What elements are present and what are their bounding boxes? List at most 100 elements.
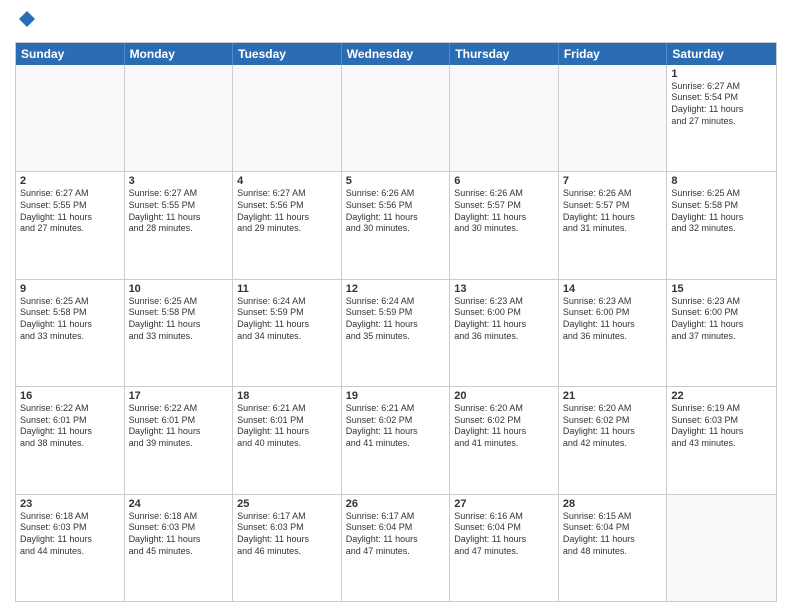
calendar-cell: 8Sunrise: 6:25 AM Sunset: 5:58 PM Daylig… <box>667 172 776 278</box>
logo-text <box>15 14 37 34</box>
calendar-cell <box>233 65 342 171</box>
day-info: Sunrise: 6:21 AM Sunset: 6:01 PM Dayligh… <box>237 403 337 450</box>
day-number: 20 <box>454 390 554 402</box>
calendar-cell: 27Sunrise: 6:16 AM Sunset: 6:04 PM Dayli… <box>450 495 559 601</box>
header-day-sunday: Sunday <box>16 43 125 65</box>
day-number: 28 <box>563 498 663 510</box>
header-day-monday: Monday <box>125 43 234 65</box>
calendar-cell: 9Sunrise: 6:25 AM Sunset: 5:58 PM Daylig… <box>16 280 125 386</box>
calendar-cell: 22Sunrise: 6:19 AM Sunset: 6:03 PM Dayli… <box>667 387 776 493</box>
day-info: Sunrise: 6:26 AM Sunset: 5:57 PM Dayligh… <box>563 188 663 235</box>
day-number: 7 <box>563 175 663 187</box>
day-info: Sunrise: 6:16 AM Sunset: 6:04 PM Dayligh… <box>454 511 554 558</box>
calendar-cell: 24Sunrise: 6:18 AM Sunset: 6:03 PM Dayli… <box>125 495 234 601</box>
calendar-cell: 28Sunrise: 6:15 AM Sunset: 6:04 PM Dayli… <box>559 495 668 601</box>
calendar-cell <box>342 65 451 171</box>
day-info: Sunrise: 6:25 AM Sunset: 5:58 PM Dayligh… <box>20 296 120 343</box>
day-info: Sunrise: 6:15 AM Sunset: 6:04 PM Dayligh… <box>563 511 663 558</box>
day-number: 16 <box>20 390 120 402</box>
header-day-thursday: Thursday <box>450 43 559 65</box>
day-number: 25 <box>237 498 337 510</box>
day-info: Sunrise: 6:26 AM Sunset: 5:56 PM Dayligh… <box>346 188 446 235</box>
header-day-tuesday: Tuesday <box>233 43 342 65</box>
header <box>15 10 777 34</box>
calendar-cell: 2Sunrise: 6:27 AM Sunset: 5:55 PM Daylig… <box>16 172 125 278</box>
calendar-cell: 15Sunrise: 6:23 AM Sunset: 6:00 PM Dayli… <box>667 280 776 386</box>
calendar-cell: 25Sunrise: 6:17 AM Sunset: 6:03 PM Dayli… <box>233 495 342 601</box>
day-number: 10 <box>129 283 229 295</box>
calendar-row-1: 1Sunrise: 6:27 AM Sunset: 5:54 PM Daylig… <box>16 65 776 171</box>
day-number: 5 <box>346 175 446 187</box>
day-info: Sunrise: 6:20 AM Sunset: 6:02 PM Dayligh… <box>563 403 663 450</box>
day-info: Sunrise: 6:24 AM Sunset: 5:59 PM Dayligh… <box>237 296 337 343</box>
day-number: 17 <box>129 390 229 402</box>
day-number: 3 <box>129 175 229 187</box>
day-info: Sunrise: 6:18 AM Sunset: 6:03 PM Dayligh… <box>129 511 229 558</box>
calendar-row-5: 23 Sunrise: 6:18 AM Sunset: 6:03 PM Dayli… <box>16 494 776 601</box>
calendar-cell <box>559 65 668 171</box>
calendar-body: 1Sunrise: 6:27 AM Sunset: 5:54 PM Daylig… <box>16 65 776 601</box>
calendar-page: SundayMondayTuesdayWednesdayThursdayFrid… <box>0 0 792 612</box>
day-info: Sunrise: 6:25 AM Sunset: 5:58 PM Dayligh… <box>129 296 229 343</box>
calendar-cell: 20Sunrise: 6:20 AM Sunset: 6:02 PM Dayli… <box>450 387 559 493</box>
day-number: 11 <box>237 283 337 295</box>
calendar-cell: 3Sunrise: 6:27 AM Sunset: 5:55 PM Daylig… <box>125 172 234 278</box>
calendar-cell: 19Sunrise: 6:21 AM Sunset: 6:02 PM Dayli… <box>342 387 451 493</box>
day-info: Sunrise: 6:26 AM Sunset: 5:57 PM Dayligh… <box>454 188 554 235</box>
logo-icon <box>17 9 37 29</box>
calendar-cell <box>125 65 234 171</box>
logo <box>15 14 37 34</box>
day-number: 13 <box>454 283 554 295</box>
day-number: 12 <box>346 283 446 295</box>
day-number: 24 <box>129 498 229 510</box>
day-info: Sunrise: 6:27 AM Sunset: 5:55 PM Dayligh… <box>129 188 229 235</box>
day-info: Sunrise: 6:23 AM Sunset: 6:00 PM Dayligh… <box>454 296 554 343</box>
calendar-cell: 23Sunrise: 6:18 AM Sunset: 6:03 PM Dayli… <box>16 495 125 601</box>
calendar-cell: 7Sunrise: 6:26 AM Sunset: 5:57 PM Daylig… <box>559 172 668 278</box>
day-number: 14 <box>563 283 663 295</box>
day-number: 2 <box>20 175 120 187</box>
calendar-cell: 1Sunrise: 6:27 AM Sunset: 5:54 PM Daylig… <box>667 65 776 171</box>
calendar-cell: 16Sunrise: 6:22 AM Sunset: 6:01 PM Dayli… <box>16 387 125 493</box>
day-number: 8 <box>671 175 772 187</box>
calendar-cell: 5Sunrise: 6:26 AM Sunset: 5:56 PM Daylig… <box>342 172 451 278</box>
day-info: Sunrise: 6:27 AM Sunset: 5:55 PM Dayligh… <box>20 188 120 235</box>
day-info: Sunrise: 6:23 AM Sunset: 6:00 PM Dayligh… <box>671 296 772 343</box>
day-info: Sunrise: 6:24 AM Sunset: 5:59 PM Dayligh… <box>346 296 446 343</box>
day-info: Sunrise: 6:22 AM Sunset: 6:01 PM Dayligh… <box>20 403 120 450</box>
day-info: Sunrise: 6:27 AM Sunset: 5:54 PM Dayligh… <box>671 81 772 128</box>
day-info: Sunrise: 6:21 AM Sunset: 6:02 PM Dayligh… <box>346 403 446 450</box>
day-info: Sunrise: 6:27 AM Sunset: 5:56 PM Dayligh… <box>237 188 337 235</box>
calendar-cell: 14Sunrise: 6:23 AM Sunset: 6:00 PM Dayli… <box>559 280 668 386</box>
calendar-row-3: 9Sunrise: 6:25 AM Sunset: 5:58 PM Daylig… <box>16 279 776 386</box>
day-number: 23 <box>20 498 120 510</box>
calendar-cell: 4Sunrise: 6:27 AM Sunset: 5:56 PM Daylig… <box>233 172 342 278</box>
day-number: 4 <box>237 175 337 187</box>
day-number: 19 <box>346 390 446 402</box>
calendar-cell: 18Sunrise: 6:21 AM Sunset: 6:01 PM Dayli… <box>233 387 342 493</box>
calendar-cell: 21Sunrise: 6:20 AM Sunset: 6:02 PM Dayli… <box>559 387 668 493</box>
day-number: 9 <box>20 283 120 295</box>
day-number: 15 <box>671 283 772 295</box>
day-info: Sunrise: 6:17 AM Sunset: 6:04 PM Dayligh… <box>346 511 446 558</box>
calendar-cell <box>667 495 776 601</box>
calendar-cell: 10Sunrise: 6:25 AM Sunset: 5:58 PM Dayli… <box>125 280 234 386</box>
calendar-cell: 17Sunrise: 6:22 AM Sunset: 6:01 PM Dayli… <box>125 387 234 493</box>
day-info: Sunrise: 6:22 AM Sunset: 6:01 PM Dayligh… <box>129 403 229 450</box>
calendar-row-4: 16Sunrise: 6:22 AM Sunset: 6:01 PM Dayli… <box>16 386 776 493</box>
day-info: Sunrise: 6:23 AM Sunset: 6:00 PM Dayligh… <box>563 296 663 343</box>
header-day-saturday: Saturday <box>667 43 776 65</box>
day-number: 1 <box>671 68 772 80</box>
header-day-wednesday: Wednesday <box>342 43 451 65</box>
day-number: 27 <box>454 498 554 510</box>
day-number: 18 <box>237 390 337 402</box>
day-info: Sunrise: 6:25 AM Sunset: 5:58 PM Dayligh… <box>671 188 772 235</box>
calendar-cell: 12Sunrise: 6:24 AM Sunset: 5:59 PM Dayli… <box>342 280 451 386</box>
calendar-cell <box>450 65 559 171</box>
day-info: Sunrise: 6:20 AM Sunset: 6:02 PM Dayligh… <box>454 403 554 450</box>
day-number: 21 <box>563 390 663 402</box>
calendar-row-2: 2Sunrise: 6:27 AM Sunset: 5:55 PM Daylig… <box>16 171 776 278</box>
calendar-cell: 13Sunrise: 6:23 AM Sunset: 6:00 PM Dayli… <box>450 280 559 386</box>
header-day-friday: Friday <box>559 43 668 65</box>
calendar-cell: 26Sunrise: 6:17 AM Sunset: 6:04 PM Dayli… <box>342 495 451 601</box>
